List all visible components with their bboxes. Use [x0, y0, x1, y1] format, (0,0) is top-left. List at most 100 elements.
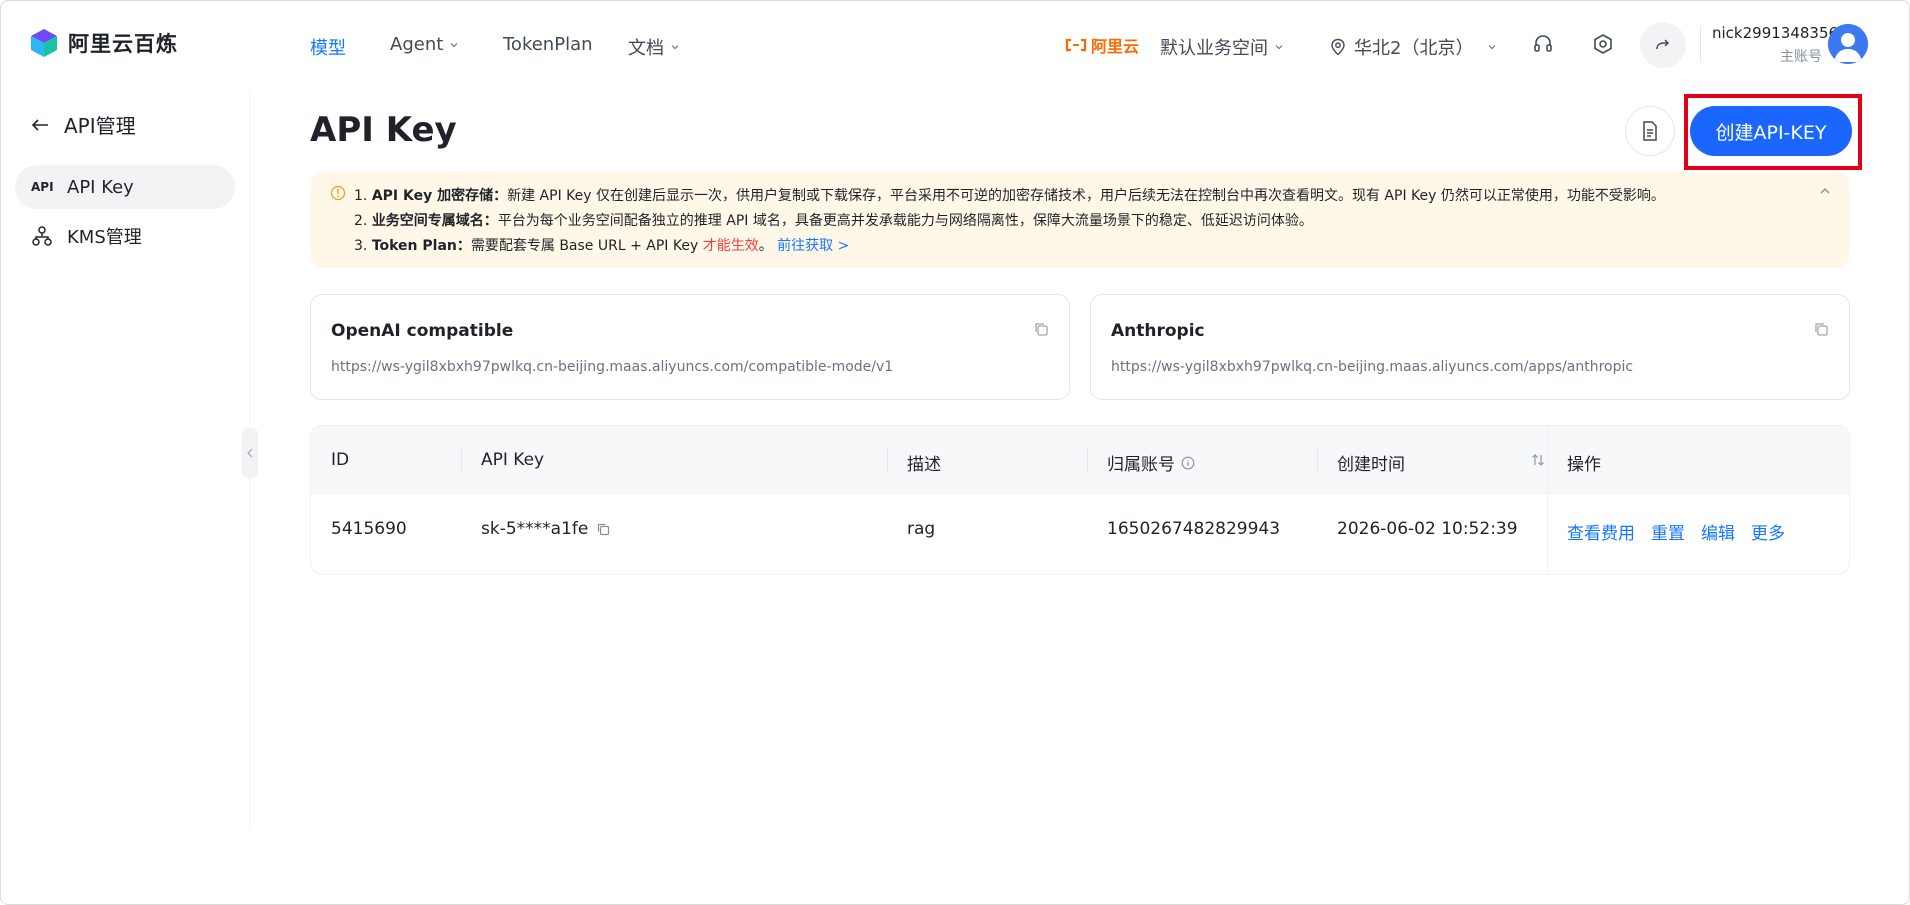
- cell-api-key: sk-5****a1fe: [481, 519, 610, 539]
- cell-id: 5415690: [331, 519, 407, 539]
- copy-icon[interactable]: [596, 522, 610, 536]
- user-info[interactable]: nick2991348356 主账号: [1712, 24, 1839, 66]
- nav-agent[interactable]: Agent: [390, 34, 459, 55]
- notice-line-2: 2. 业务空间专属域名：平台为每个业务空间配备独立的推理 API 域名，具备更高…: [354, 210, 1313, 230]
- chevron-down-icon: [450, 42, 458, 47]
- edit-link[interactable]: 编辑: [1701, 519, 1735, 544]
- column-header-api-key: API Key: [481, 450, 545, 470]
- api-key-table: ID API Key 描述 归属账号 创建时间 操作 5415690 sk-5*…: [310, 425, 1850, 575]
- bailian-logo-icon: [31, 29, 57, 57]
- notice-line-1: 1. API Key 加密存储：新建 API Key 仅在创建后显示一次，供用户…: [354, 185, 1665, 205]
- avatar[interactable]: [1828, 24, 1868, 64]
- sidebar-item-kms[interactable]: KMS管理: [15, 214, 235, 258]
- share-button[interactable]: [1640, 22, 1686, 68]
- top-navigation: 阿里云百炼 模型 Agent TokenPlan 文档 阿里云 默认业务空间 华…: [0, 0, 1910, 90]
- notice-line-1-title: API Key 加密存储：: [371, 188, 508, 204]
- kms-network-icon: [32, 226, 52, 246]
- column-header-id: ID: [331, 450, 350, 470]
- column-separator: [461, 448, 462, 472]
- back-to-api-management[interactable]: API管理: [30, 110, 136, 139]
- column-divider: [1547, 426, 1548, 574]
- column-header-description: 描述: [907, 455, 941, 475]
- cell-actions: 查看费用 重置 编辑 更多: [1567, 519, 1785, 544]
- divider: [1700, 26, 1701, 62]
- region-selector[interactable]: 华北2（北京）: [1330, 34, 1497, 60]
- chevron-down-icon: [1489, 45, 1496, 50]
- notice-line-1-number: 1.: [354, 188, 372, 204]
- sidebar-item-label: API Key: [67, 176, 134, 198]
- copy-icon[interactable]: [1813, 321, 1829, 337]
- create-api-key-button[interactable]: 创建API-KEY: [1690, 106, 1852, 156]
- endpoint-url: https://ws-ygil8xbxh97pwlkq.cn-beijing.m…: [331, 359, 894, 375]
- sidebar: API管理 API API Key KMS管理: [0, 90, 250, 830]
- notice-line-2-text: 平台为每个业务空间配备独立的推理 API 域名，具备更高并发承载能力与网络隔离性…: [497, 213, 1313, 229]
- notice-line-2-number: 2.: [354, 213, 372, 229]
- headset-icon: [1534, 35, 1552, 52]
- nav-tokenplan[interactable]: TokenPlan: [503, 34, 593, 55]
- aliyun-logo-icon: [1065, 38, 1087, 52]
- aliyun-label: 阿里云: [1091, 37, 1140, 56]
- column-separator: [1087, 448, 1088, 472]
- app-logo[interactable]: 阿里云百炼: [30, 28, 178, 58]
- cell-description: rag: [907, 519, 936, 539]
- column-header-account-label: 归属账号: [1107, 455, 1175, 475]
- chevron-left-icon: [247, 448, 253, 458]
- notice-line-3-emphasis: 才能生效: [702, 238, 759, 254]
- location-pin-icon: [1331, 38, 1345, 56]
- endpoint-title: OpenAI compatible: [331, 321, 514, 341]
- column-separator: [887, 448, 888, 472]
- cell-account: 1650267482829943: [1107, 519, 1281, 539]
- nav-agent-label: Agent: [390, 34, 444, 55]
- user-name: nick2991348356: [1712, 24, 1839, 42]
- info-warning-icon: [330, 185, 346, 201]
- endpoint-title: Anthropic: [1111, 321, 1205, 341]
- nav-docs[interactable]: 文档: [628, 34, 680, 60]
- document-icon: [1643, 121, 1657, 141]
- sidebar-item-api-key[interactable]: API API Key: [15, 165, 235, 209]
- page-title: API Key: [310, 110, 457, 150]
- support-headset-button[interactable]: [1525, 26, 1561, 62]
- notice-line-1-text: 新建 API Key 仅在创建后显示一次，供用户复制或下载保存，平台采用不可逆的…: [507, 188, 1665, 204]
- more-link[interactable]: 更多: [1751, 519, 1785, 544]
- notice-line-3-text: 需要配套专属 Base URL + API Key: [470, 238, 703, 254]
- chevron-down-icon: [671, 45, 679, 50]
- nav-docs-label: 文档: [628, 38, 664, 59]
- nav-models[interactable]: 模型: [310, 34, 346, 60]
- sidebar-item-label: KMS管理: [67, 227, 142, 248]
- table-header: ID API Key 描述 归属账号 创建时间 操作: [311, 426, 1849, 494]
- nav-models-label: 模型: [310, 38, 346, 59]
- settings-hexagon-icon: [1594, 34, 1612, 54]
- sort-icon[interactable]: [1531, 453, 1545, 467]
- arrow-left-icon: [31, 118, 48, 131]
- view-cost-link[interactable]: 查看费用: [1567, 519, 1635, 544]
- api-icon: API: [31, 180, 54, 194]
- notice-banner: 1. API Key 加密存储：新建 API Key 仅在创建后显示一次，供用户…: [310, 172, 1850, 268]
- app-name: 阿里云百炼: [68, 32, 178, 56]
- docs-button[interactable]: [1625, 106, 1675, 156]
- region-name: 华北2（北京）: [1354, 38, 1474, 59]
- notice-line-2-title: 业务空间专属域名：: [371, 213, 498, 229]
- chevron-up-icon[interactable]: [1818, 184, 1832, 198]
- workspace-selector[interactable]: 默认业务空间: [1160, 34, 1284, 60]
- notice-line-3-title: Token Plan：: [371, 238, 471, 254]
- token-plan-link[interactable]: 前往获取 >: [777, 238, 849, 254]
- info-icon[interactable]: [1181, 456, 1195, 470]
- settings-button[interactable]: [1585, 26, 1621, 62]
- column-header-account: 归属账号: [1107, 450, 1195, 475]
- endpoint-url: https://ws-ygil8xbxh97pwlkq.cn-beijing.m…: [1111, 359, 1634, 375]
- copy-icon[interactable]: [1033, 321, 1049, 337]
- chevron-down-icon: [1275, 45, 1283, 50]
- nav-tokenplan-label: TokenPlan: [503, 34, 593, 55]
- user-avatar-icon: [1828, 24, 1868, 64]
- aliyun-link[interactable]: 阿里云: [1065, 33, 1139, 57]
- api-key-masked: sk-5****a1fe: [481, 519, 589, 539]
- notice-line-3-number: 3.: [354, 238, 372, 254]
- user-role: 主账号: [1780, 49, 1822, 65]
- column-header-created: 创建时间: [1337, 455, 1405, 475]
- endpoint-card-anthropic: Anthropic https://ws-ygil8xbxh97pwlkq.cn…: [1090, 294, 1850, 400]
- column-separator: [1317, 448, 1318, 472]
- column-header-actions: 操作: [1567, 455, 1601, 475]
- sidebar-collapse-handle[interactable]: [242, 428, 258, 478]
- share-arrow-icon: [1656, 39, 1670, 50]
- reset-link[interactable]: 重置: [1651, 519, 1685, 544]
